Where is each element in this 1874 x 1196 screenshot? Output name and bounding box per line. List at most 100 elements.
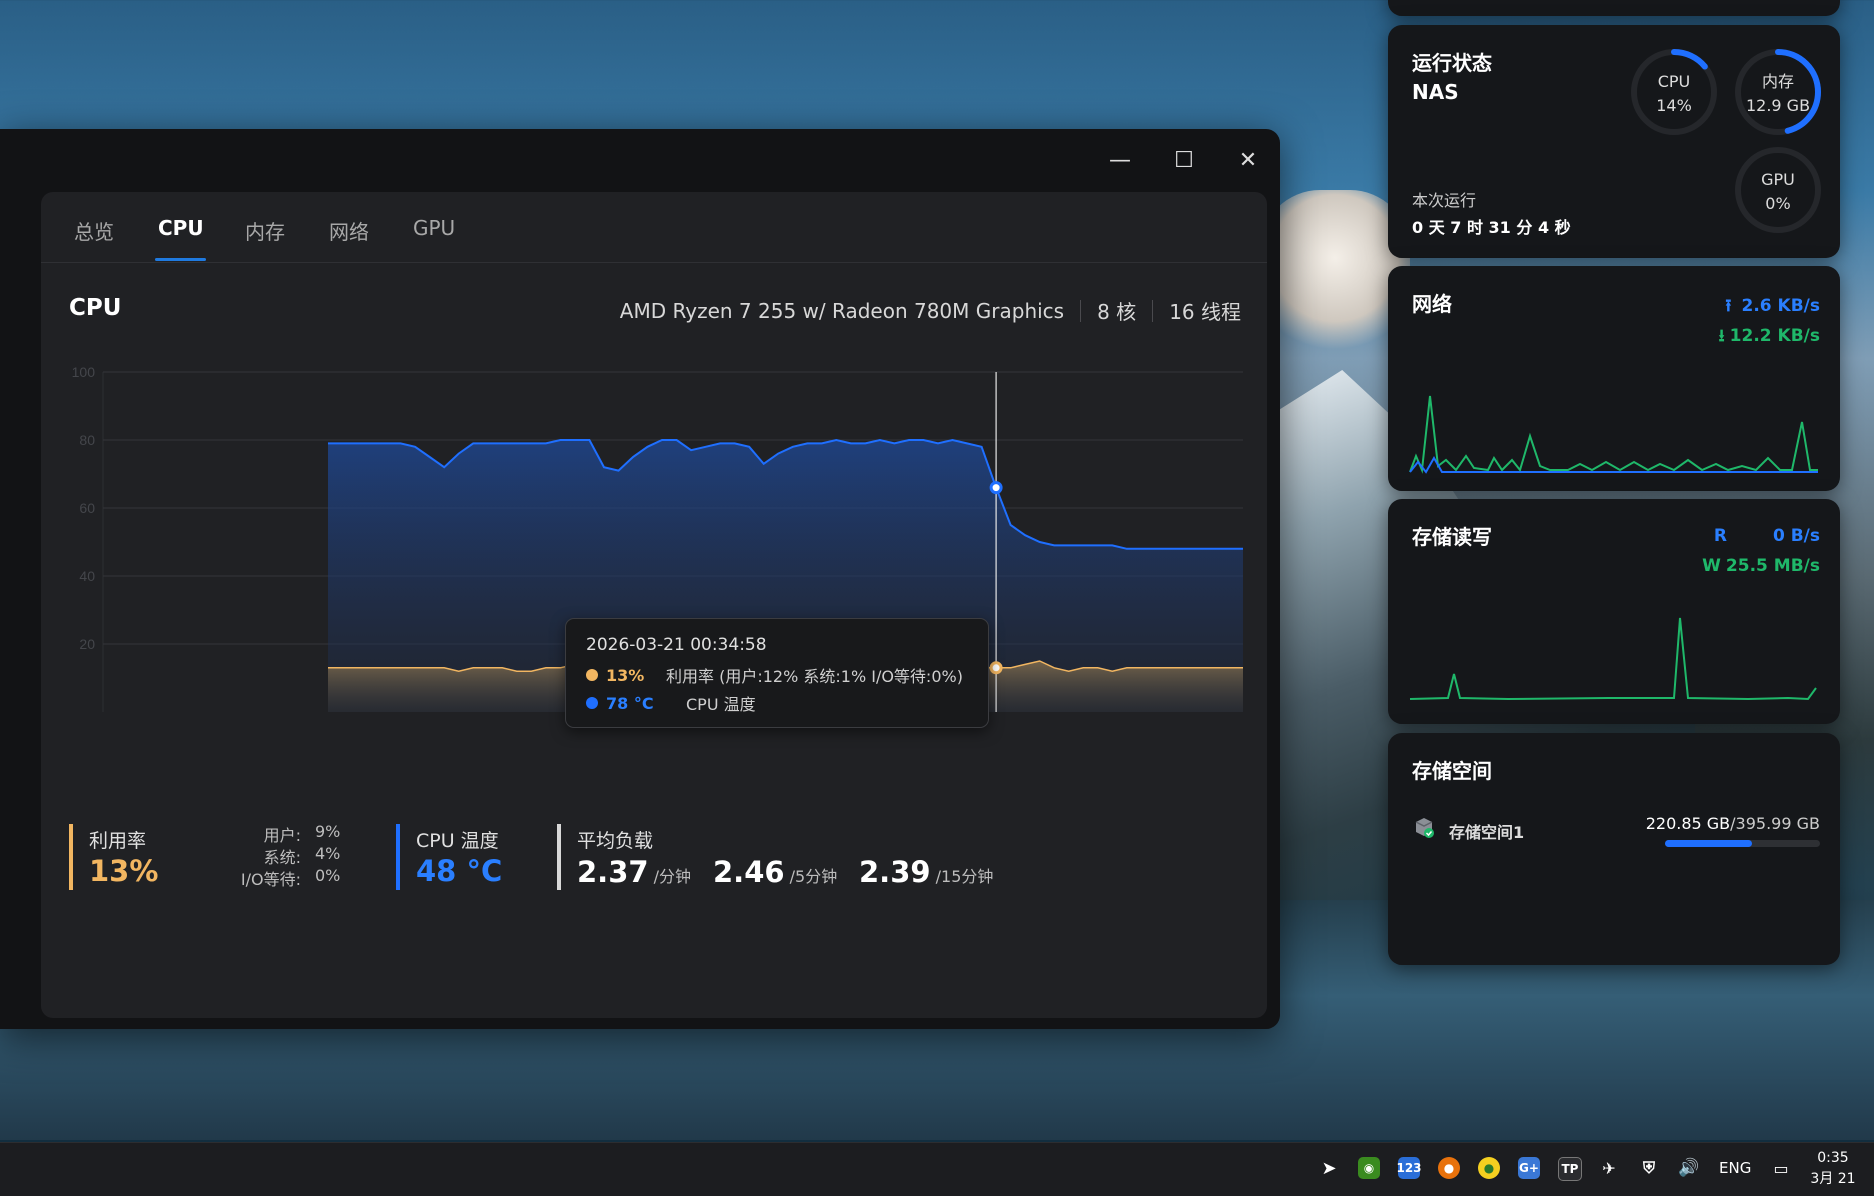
send-icon[interactable]: ➤ (1318, 1157, 1340, 1179)
temp-color-bar (396, 824, 400, 890)
uptime-label: 本次运行 (1412, 191, 1477, 210)
close-button[interactable]: ✕ (1216, 129, 1280, 191)
storage-widget[interactable]: 存储空间 存储空间1 220.85 GB/395.99 GB (1388, 733, 1840, 965)
browser-icon[interactable]: ● (1478, 1157, 1500, 1179)
load-15min-unit: /15分钟 (935, 867, 994, 886)
network-widget[interactable]: 网络 ⭱ 2.6 KB/s ⭳ 12.2 KB/s (1388, 266, 1840, 491)
chart-y-tick-label: 100 (72, 364, 96, 380)
cpu-monitor-window: — ☐ ✕ 总览 CPU 内存 网络 GPU CPU AMD Ryzen 7 2… (0, 129, 1280, 1029)
status-subtitle: NAS (1412, 80, 1459, 104)
usage-value: 13% (89, 854, 159, 888)
tab-network[interactable]: 网络 (329, 216, 369, 245)
upload-value: 2.6 KB/s (1741, 296, 1821, 316)
content-panel: 总览 CPU 内存 网络 GPU CPU AMD Ryzen 7 255 w/ … (41, 192, 1267, 1018)
cpu-cores: 8 核 (1097, 300, 1137, 324)
window-controls: — ☐ ✕ (1088, 129, 1280, 191)
tab-memory[interactable]: 内存 (245, 216, 285, 245)
app-123-text: 123 (1396, 1161, 1422, 1175)
ring-mem-name: 内存 (1761, 72, 1794, 91)
widget-top-partial (1388, 0, 1840, 16)
maximize-icon: ☐ (1174, 147, 1194, 173)
clock-time: 0:35 (1817, 1150, 1849, 1166)
system-value: 4% (315, 844, 341, 863)
storage-used: 220.85 GB (1645, 814, 1731, 833)
temp-value: 48 °C (416, 854, 503, 888)
tooltip-util-value: 13% (606, 665, 645, 685)
storage-progress-bar (1665, 840, 1820, 847)
storage-title: 存储空间 (1412, 759, 1492, 783)
clock[interactable]: 0:35 3月 21 (1802, 1148, 1864, 1190)
gplus-text: G+ (1519, 1161, 1539, 1175)
tooltip-time: 2026-03-21 00:34:58 (586, 635, 767, 655)
ring-cpu-value: 14% (1656, 96, 1692, 115)
storage-volume-icon (1412, 815, 1434, 838)
app-123-icon[interactable]: 123 (1396, 1157, 1422, 1179)
temp-cursor-point (989, 481, 1003, 495)
storage-usage-text: 220.85 GB/395.99 GB (1646, 814, 1820, 833)
usage-color-bar (69, 824, 73, 890)
tooltip-util-row: 13% 利用率 (用户:12% 系统:1% I/O等待:0%) (586, 663, 963, 687)
ring-gpu-name: GPU (1761, 170, 1795, 189)
gpu-ring-gauge: GPU 0% (1732, 144, 1824, 236)
user-value: 9% (315, 822, 341, 841)
taskbar: ➤ ◉ 123 ● ● G+ TP ✈ ⛨ 🔊 ENG ▭ 0:35 3月 21 (0, 1142, 1874, 1196)
status-widget[interactable]: 运行状态 NAS 本次运行 0 天 7 时 31 分 4 秒 CPU 14% 内存… (1388, 25, 1840, 258)
chart-y-tick-label: 40 (79, 568, 95, 584)
temp-label: CPU 温度 (416, 830, 499, 852)
download-arrow-icon: ⭳ (1718, 326, 1725, 346)
tooltip-util-detail: 利用率 (用户:12% 系统:1% I/O等待:0%) (666, 667, 963, 686)
cpu-info: AMD Ryzen 7 255 w/ Radeon 780M Graphics … (620, 296, 1241, 325)
tab-bar: 总览 CPU 内存 网络 GPU (41, 192, 1267, 263)
language-indicator[interactable]: ENG (1719, 1159, 1751, 1177)
system-label: 系统: (263, 848, 301, 867)
load-5min: 2.46 /5分钟 (713, 855, 837, 889)
usage-label: 利用率 (89, 830, 147, 852)
upload-rate: ⭱ 2.6 KB/s (1725, 293, 1820, 322)
cpu-stats: 利用率 13% 用户: 9% 系统: 4% I/O等待: 0% CPU 温度 4… (69, 822, 1249, 902)
ring-gpu-value: 0% (1765, 194, 1791, 213)
tooltip-temp-label: CPU 温度 (686, 695, 756, 714)
util-dot-icon (586, 669, 598, 681)
disk-io-title: 存储读写 (1412, 525, 1492, 549)
load-15min-value: 2.39 (859, 855, 931, 889)
divider (1080, 299, 1082, 322)
download-rate: ⭳ 12.2 KB/s (1719, 323, 1820, 352)
load-1min: 2.37 /分钟 (577, 855, 691, 889)
read-value: 0 B/s (1772, 526, 1820, 546)
storage-progress-fill (1665, 840, 1752, 847)
network-title: 网络 (1412, 292, 1452, 316)
load-color-bar (557, 824, 561, 890)
usage-stat: 利用率 13% 用户: 9% 系统: 4% I/O等待: 0% (69, 822, 369, 890)
cpu-model: AMD Ryzen 7 255 w/ Radeon 780M Graphics (619, 298, 1065, 323)
iowait-label: I/O等待: (240, 870, 301, 889)
memory-ring-label: 内存 12.9 GB (1732, 70, 1824, 118)
tooltip-temp-value: 78 °C (606, 693, 654, 713)
temperature-stat: CPU 温度 48 °C (396, 822, 546, 890)
close-icon: ✕ (1238, 147, 1258, 173)
notification-icon[interactable]: ▭ (1770, 1157, 1792, 1179)
user-label: 用户: (263, 826, 301, 845)
tp-text: TP (1561, 1162, 1579, 1176)
tab-overview[interactable]: 总览 (74, 216, 114, 245)
tab-gpu[interactable]: GPU (413, 216, 455, 240)
tab-cpu[interactable]: CPU (158, 216, 204, 240)
maximize-button[interactable]: ☐ (1152, 129, 1216, 191)
cpu-threads: 16 线程 (1169, 300, 1241, 324)
disk-io-widget[interactable]: 存储读写 R 0 B/s W 25.5 MB/s (1388, 499, 1840, 724)
gplus-icon[interactable]: G+ (1518, 1157, 1540, 1179)
minimize-button[interactable]: — (1088, 129, 1152, 191)
security-icon[interactable]: ⛨ (1638, 1157, 1660, 1179)
page-title: CPU (69, 295, 122, 321)
nvidia-icon[interactable]: ◉ (1358, 1157, 1380, 1179)
upload-arrow-icon: ⭱ (1725, 296, 1732, 316)
load-1min-unit: /分钟 (653, 867, 692, 886)
ring-cpu-name: CPU (1657, 72, 1691, 91)
disk-io-sparkline (1409, 617, 1817, 701)
read-label: R (1713, 526, 1727, 546)
chart-y-tick-label: 60 (79, 500, 95, 516)
uptime-value: 0 天 7 时 31 分 4 秒 (1412, 218, 1571, 237)
tp-icon[interactable]: TP (1558, 1157, 1582, 1181)
airplane-icon[interactable]: ✈ (1598, 1157, 1620, 1179)
volume-icon[interactable]: 🔊 (1678, 1157, 1700, 1179)
firefox-icon[interactable]: ● (1438, 1157, 1460, 1179)
